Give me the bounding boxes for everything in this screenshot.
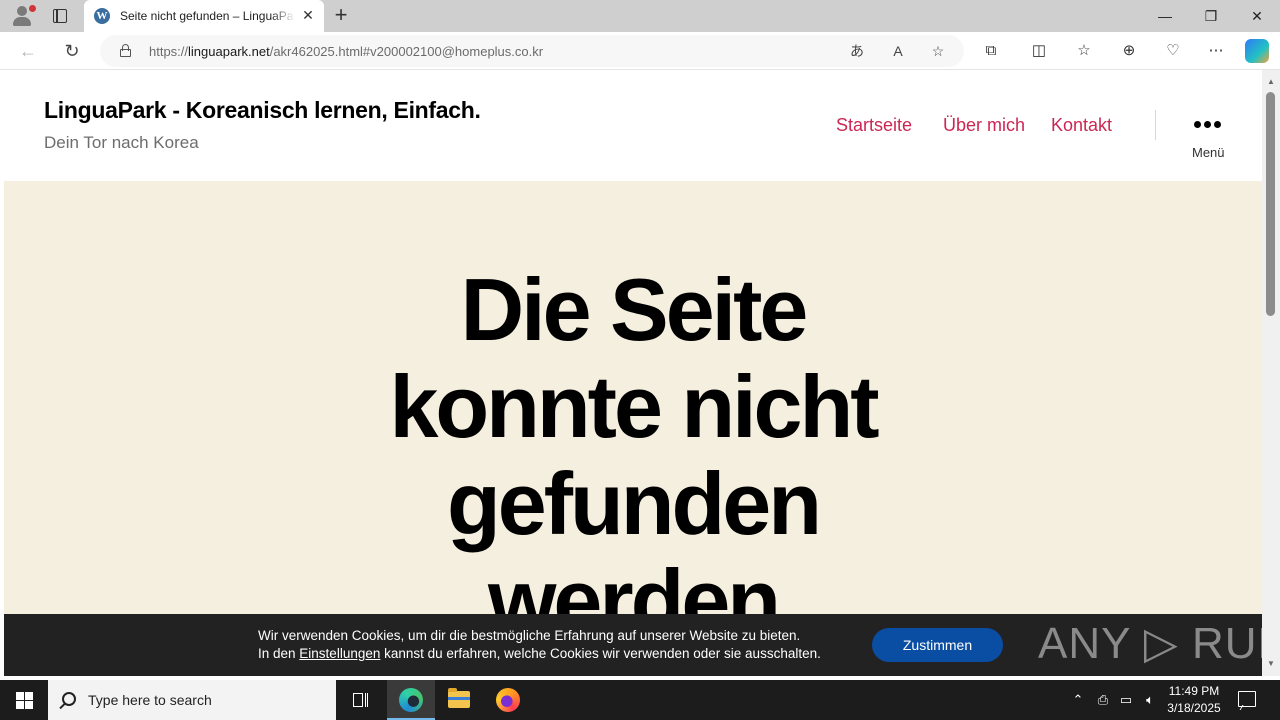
heartbeat-icon[interactable]: ♡ (1161, 40, 1185, 62)
copilot-icon[interactable] (1245, 39, 1269, 63)
windows-start-icon[interactable] (0, 680, 48, 720)
scroll-up-icon[interactable]: ▲ (1262, 74, 1280, 90)
tab-title: Seite nicht gefunden – LinguaPark - Kore… (120, 9, 295, 23)
close-tab-icon[interactable]: ✕ (300, 7, 316, 23)
new-tab-button[interactable]: + (331, 4, 351, 27)
profile-icon[interactable] (8, 4, 36, 28)
split-screen-icon[interactable]: ◫ (1027, 40, 1051, 62)
volume-icon[interactable]: 🔈︎ (1140, 680, 1160, 720)
page-heading: Die Seite konnte nicht gefunden werden (389, 260, 879, 650)
edge-taskbar-icon[interactable] (387, 680, 435, 720)
hero-section: Die Seite konnte nicht gefunden werden (4, 181, 1262, 676)
nav-separator (1155, 110, 1156, 140)
scroll-down-icon[interactable]: ▼ (1262, 656, 1280, 672)
favorites-icon[interactable]: ☆ (1072, 40, 1096, 62)
back-arrow-icon[interactable]: ← (14, 38, 42, 64)
url-text[interactable]: https://linguapark.net/akr462025.html#v2… (149, 44, 543, 59)
menu-dots-icon[interactable] (1194, 121, 1222, 129)
lock-icon[interactable] (120, 44, 131, 57)
site-header: LinguaPark - Koreanisch lernen, Einfach.… (4, 70, 1262, 181)
refresh-icon[interactable]: ↻ (58, 38, 86, 64)
scroll-thumb[interactable] (1266, 92, 1275, 316)
browser-tab[interactable]: W Seite nicht gefunden – LinguaPark - Ko… (84, 0, 324, 32)
translate-icon[interactable]: あ (846, 41, 868, 61)
notifications-icon[interactable] (1238, 691, 1256, 707)
accept-cookies-button[interactable]: Zustimmen (872, 628, 1003, 662)
anyrun-watermark: ANY ▷ RUN (1038, 619, 1262, 668)
site-title[interactable]: LinguaPark - Koreanisch lernen, Einfach. (44, 97, 481, 124)
firefox-icon[interactable] (484, 680, 532, 720)
cookie-text: Wir verwenden Cookies, um dir die bestmö… (258, 628, 821, 661)
minimize-button[interactable]: — (1142, 0, 1188, 32)
tab-actions-icon[interactable] (50, 6, 70, 26)
restore-button[interactable]: ❐ (1188, 0, 1234, 32)
nav-startseite[interactable]: Startseite (836, 115, 912, 136)
settings-link[interactable]: Einstellungen (299, 646, 380, 661)
device-icon[interactable]: ⎙ (1093, 680, 1113, 720)
star-icon[interactable]: ☆ (927, 41, 949, 61)
browser-titlebar: W Seite nicht gefunden – LinguaPark - Ko… (0, 0, 1280, 32)
puzzle-icon[interactable]: ⧉ (979, 40, 1003, 62)
task-view-icon[interactable] (336, 680, 384, 720)
collections-icon[interactable]: ⊕ (1117, 40, 1141, 62)
show-hidden-icons-icon[interactable]: ⌃ (1068, 680, 1088, 720)
menu-label[interactable]: Menü (1192, 145, 1225, 160)
taskbar-clock[interactable]: 11:49 PM 3/18/2025 (1164, 683, 1224, 717)
search-icon (62, 692, 76, 706)
close-window-button[interactable]: ✕ (1234, 0, 1280, 32)
address-bar[interactable]: https://linguapark.net/akr462025.html#v2… (100, 35, 964, 67)
browser-toolbar: ← ↻ https://linguapark.net/akr462025.htm… (0, 32, 1280, 70)
taskbar-search[interactable]: Type here to search (48, 680, 336, 720)
cookie-banner: Wir verwenden Cookies, um dir die bestmö… (4, 614, 1262, 676)
webpage: LinguaPark - Koreanisch lernen, Einfach.… (4, 70, 1262, 676)
network-icon[interactable]: ▭ (1116, 680, 1136, 720)
file-explorer-icon[interactable] (435, 680, 483, 720)
wordpress-icon: W (94, 8, 110, 24)
read-aloud-icon[interactable]: A (887, 41, 909, 61)
nav-ueber-mich[interactable]: Über mich (943, 115, 1025, 136)
more-icon[interactable]: ⋯ (1204, 40, 1228, 62)
search-placeholder: Type here to search (88, 692, 212, 708)
page-scrollbar[interactable]: ▲ ▼ (1262, 70, 1280, 676)
nav-kontakt[interactable]: Kontakt (1051, 115, 1112, 136)
site-description: Dein Tor nach Korea (44, 133, 199, 152)
windows-taskbar: Type here to search ⌃ ⎙ ▭ 🔈︎ 11:49 PM 3/… (0, 680, 1280, 720)
